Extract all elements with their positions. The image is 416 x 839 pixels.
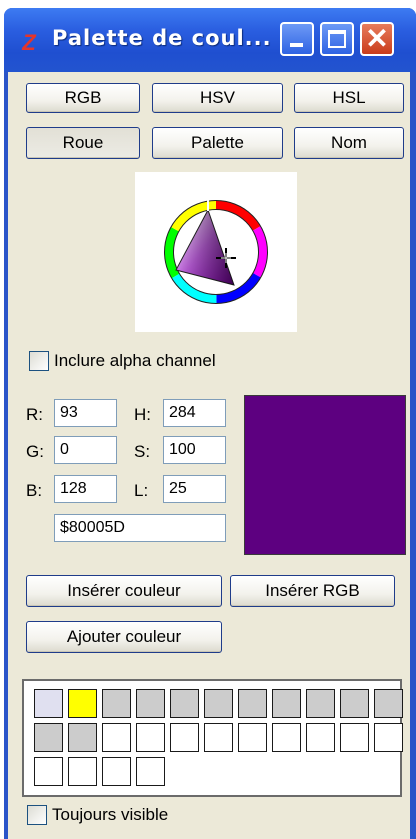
saturation-input[interactable]: 100: [163, 436, 226, 464]
color-wheel[interactable]: [135, 172, 297, 332]
color-palette-window: Z Palette de coul... ✕ RGB HSV HSL Roue …: [4, 8, 416, 839]
name-mode-button[interactable]: Nom: [294, 127, 404, 159]
palette-mode-button[interactable]: Palette: [152, 127, 283, 159]
palette-swatch[interactable]: [136, 723, 165, 752]
hue-input[interactable]: 284: [163, 399, 226, 427]
close-button[interactable]: ✕: [360, 22, 394, 56]
window-title: Palette de coul...: [52, 26, 272, 50]
maximize-icon: [328, 30, 346, 48]
hsv-mode-button[interactable]: HSV: [152, 83, 283, 113]
palette-swatch[interactable]: [34, 757, 63, 786]
lightness-label: L:: [134, 481, 149, 500]
color-wheel-panel[interactable]: [135, 172, 297, 332]
palette-swatch[interactable]: [204, 723, 233, 752]
palette-swatch[interactable]: [374, 689, 403, 718]
close-icon: ✕: [365, 23, 389, 54]
title-bar[interactable]: Z Palette de coul... ✕: [4, 8, 416, 72]
palette-swatch[interactable]: [34, 723, 63, 752]
green-input[interactable]: 0: [54, 436, 117, 464]
add-color-button[interactable]: Ajouter couleur: [26, 621, 222, 653]
palette-swatch[interactable]: [136, 757, 165, 786]
palette-swatch[interactable]: [238, 689, 267, 718]
always-visible-checkbox[interactable]: [27, 805, 47, 825]
palette-swatch[interactable]: [34, 689, 63, 718]
maximize-button[interactable]: [320, 22, 354, 56]
hex-color-input[interactable]: $80005D: [54, 514, 226, 542]
alpha-channel-checkbox[interactable]: [29, 351, 49, 371]
insert-color-button[interactable]: Insérer couleur: [26, 575, 222, 607]
hue-label: H:: [134, 405, 151, 424]
palette-swatch[interactable]: [102, 689, 131, 718]
insert-rgb-button[interactable]: Insérer RGB: [230, 575, 395, 607]
palette-swatch[interactable]: [136, 689, 165, 718]
lightness-input[interactable]: 25: [163, 475, 226, 503]
palette-swatch[interactable]: [340, 723, 369, 752]
wheel-mode-button[interactable]: Roue: [26, 127, 140, 159]
palette-swatch[interactable]: [102, 757, 131, 786]
minimize-icon: [290, 43, 303, 47]
red-label: R:: [26, 405, 43, 424]
rgb-mode-button[interactable]: RGB: [26, 83, 140, 113]
palette-swatch[interactable]: [272, 723, 301, 752]
hsl-mode-button[interactable]: HSL: [294, 83, 404, 113]
palette-swatch[interactable]: [272, 689, 301, 718]
minimize-button[interactable]: [280, 22, 314, 56]
window-client-area: RGB HSV HSL Roue Palette Nom Inclure alp…: [8, 72, 410, 839]
palette-swatch[interactable]: [306, 689, 335, 718]
palette-swatch[interactable]: [68, 689, 97, 718]
red-input[interactable]: 93: [54, 399, 117, 427]
palette-swatch[interactable]: [170, 723, 199, 752]
palette-swatch[interactable]: [204, 689, 233, 718]
alpha-channel-label: Inclure alpha channel: [54, 351, 216, 370]
palette-swatch[interactable]: [374, 723, 403, 752]
palette-swatch[interactable]: [68, 757, 97, 786]
current-color-preview: [244, 395, 406, 555]
custom-palette-grid: [22, 679, 403, 797]
palette-swatch[interactable]: [170, 689, 199, 718]
green-label: G:: [26, 442, 44, 461]
always-visible-label: Toujours visible: [52, 805, 169, 824]
palette-swatch[interactable]: [102, 723, 131, 752]
palette-swatch[interactable]: [306, 723, 335, 752]
palette-swatch[interactable]: [340, 689, 369, 718]
saturation-label: S:: [134, 442, 151, 461]
palette-swatch[interactable]: [68, 723, 97, 752]
blue-input[interactable]: 128: [54, 475, 117, 503]
blue-label: B:: [26, 481, 43, 500]
app-logo-icon: Z: [22, 30, 36, 55]
palette-swatch[interactable]: [238, 723, 267, 752]
